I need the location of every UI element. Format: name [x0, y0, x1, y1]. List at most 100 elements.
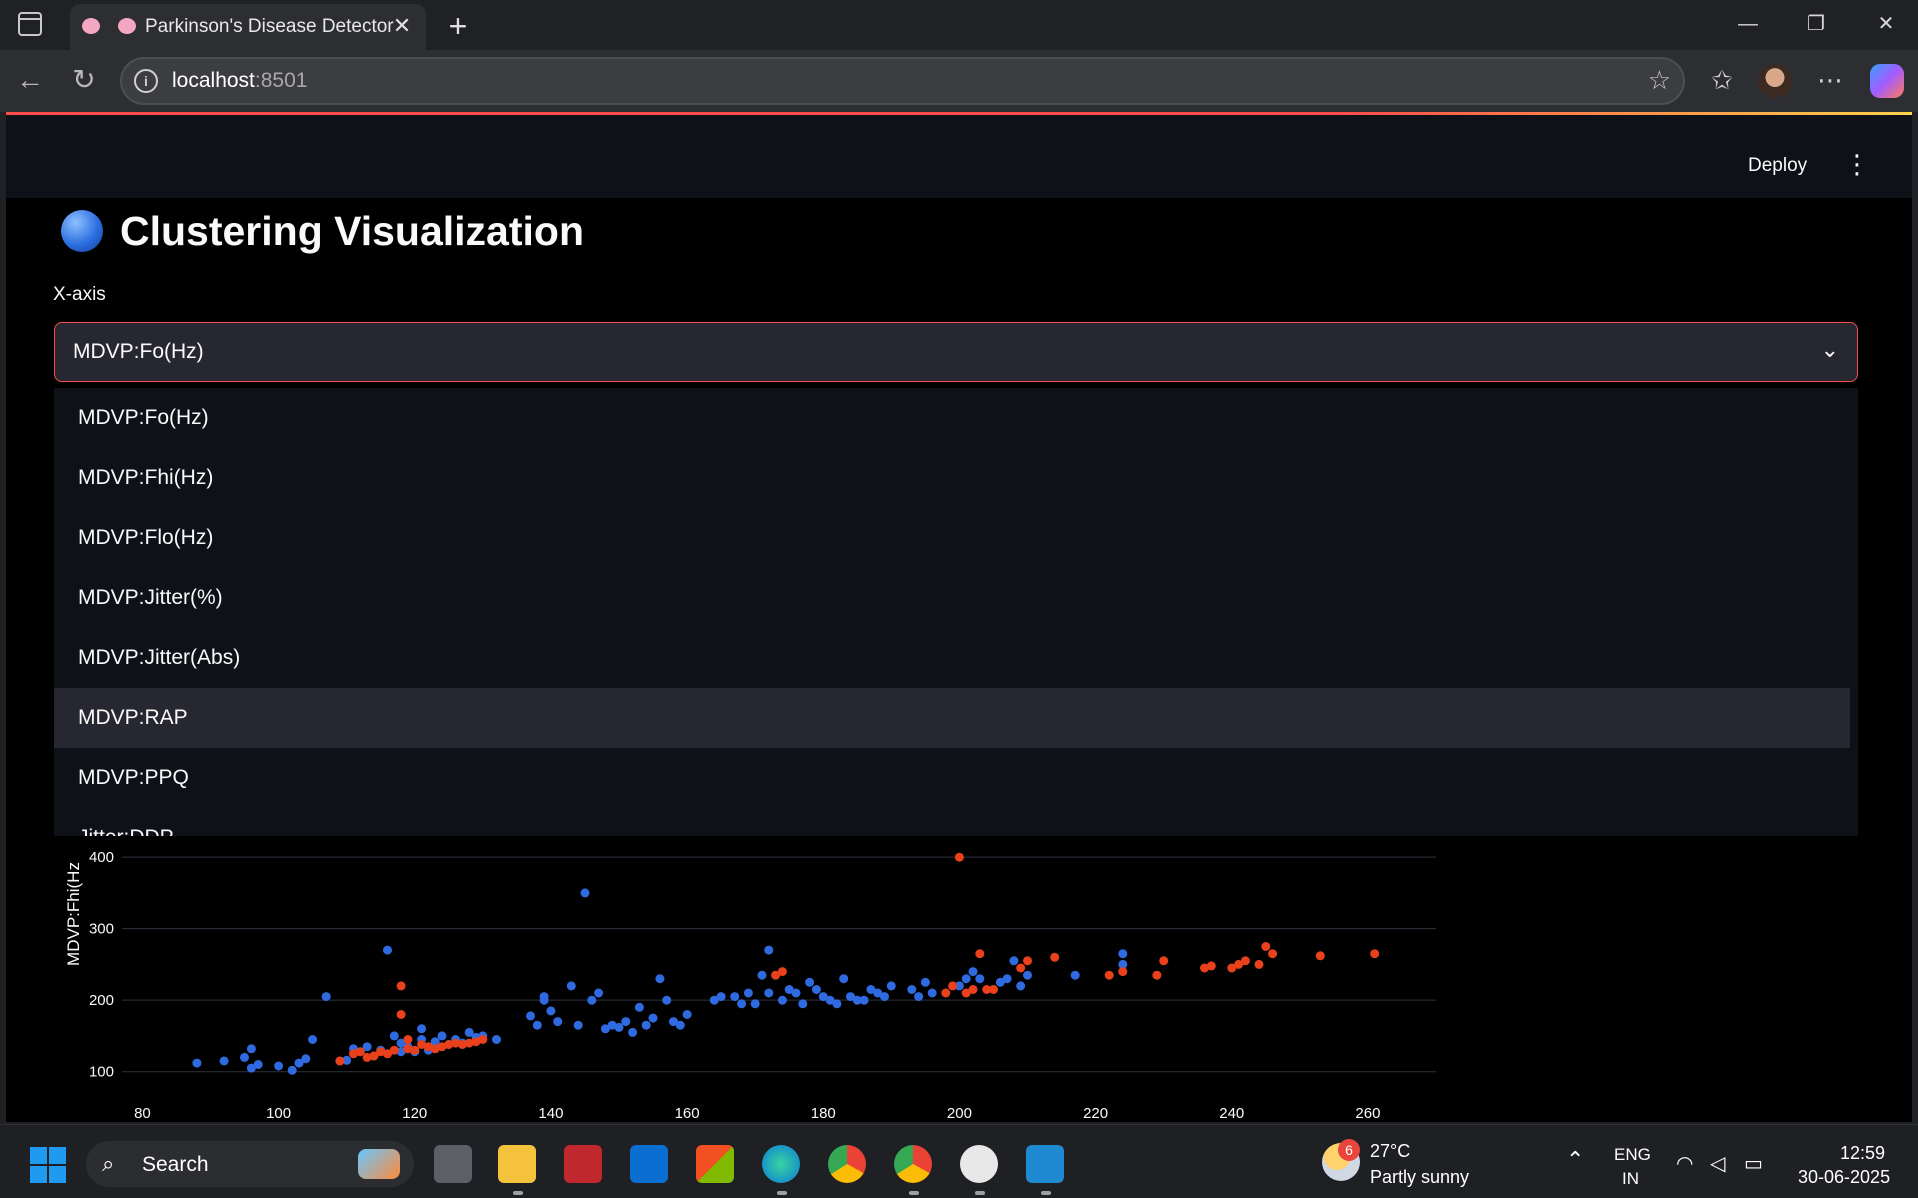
chart-point-red: [968, 985, 978, 994]
chart-xtick-label: 140: [538, 1105, 563, 1122]
chart-point-blue: [621, 1017, 631, 1027]
chart-point-blue: [750, 999, 760, 1009]
copilot-icon[interactable]: [1870, 64, 1904, 98]
chrome-profile-icon[interactable]: [894, 1145, 932, 1183]
main-menu-icon[interactable]: ⋮: [1844, 151, 1870, 177]
more-menu-icon[interactable]: ⋯: [1812, 62, 1848, 98]
chart-point-red: [1023, 956, 1032, 966]
chevron-down-icon[interactable]: ⌄: [1821, 337, 1839, 363]
chart-ytick-label: 200: [89, 992, 114, 1009]
chart-point-blue: [675, 1020, 685, 1030]
chart-point-blue: [1002, 974, 1012, 984]
deploy-button[interactable]: Deploy: [1748, 155, 1807, 177]
page-title: Clustering Visualization: [120, 208, 584, 254]
chart-point-blue: [1070, 970, 1080, 980]
wifi-icon[interactable]: ◠: [1676, 1151, 1693, 1176]
chart-point-blue: [492, 1035, 501, 1044]
address-bar[interactable]: i localhost:8501 ☆: [120, 57, 1685, 105]
dropdown-option[interactable]: MDVP:Jitter(Abs): [54, 628, 1850, 688]
search-label: Search: [142, 1153, 209, 1176]
new-tab-icon[interactable]: +: [440, 8, 476, 44]
clock-date[interactable]: 30-06-2025: [1798, 1167, 1890, 1188]
site-info-icon[interactable]: i: [134, 69, 158, 93]
browser-tab[interactable]: Parkinson's Disease Detector ✕: [70, 4, 426, 50]
battery-icon[interactable]: ▭: [1744, 1151, 1763, 1176]
dropdown-option[interactable]: Jitter:DDP: [54, 808, 1850, 836]
taskbar-search[interactable]: ⌕ Search: [86, 1141, 414, 1187]
chart-point-red: [1240, 956, 1250, 966]
chart-point-blue: [192, 1058, 202, 1068]
chart-xtick-label: 160: [675, 1105, 700, 1122]
xaxis-select[interactable]: MDVP:Fo(Hz) ⌄: [54, 322, 1858, 382]
chart-point-red: [396, 1010, 406, 1019]
chart-point-red: [1206, 961, 1216, 971]
chart-point-blue: [389, 1031, 399, 1041]
edge-icon[interactable]: [762, 1145, 800, 1183]
chart-xtick-label: 220: [1083, 1105, 1108, 1122]
chart-point-blue: [246, 1044, 256, 1054]
chart-point-blue: [737, 999, 747, 1009]
dropdown-option[interactable]: MDVP:Fo(Hz): [54, 388, 1850, 448]
chart-xtick-label: 260: [1355, 1105, 1380, 1122]
chart-point-red: [396, 981, 406, 991]
tab-actions-icon[interactable]: [18, 12, 42, 36]
dropdown-option[interactable]: MDVP:PPQ: [54, 748, 1850, 808]
xaxis-selected-value: MDVP:Fo(Hz): [73, 340, 204, 363]
url-text[interactable]: localhost:8501: [172, 69, 307, 93]
dropdown-option[interactable]: MDVP:Fhi(Hz): [54, 448, 1850, 508]
dropdown-option[interactable]: MDVP:Jitter(%): [54, 568, 1850, 628]
chart-point-blue: [580, 888, 590, 898]
main-content: Clustering Visualization X-axis MDVP:Fo(…: [6, 198, 1912, 1122]
chevron-up-icon[interactable]: ⌃: [1566, 1147, 1584, 1173]
mcafee-icon[interactable]: [564, 1145, 602, 1183]
chart-point-blue: [920, 977, 930, 987]
minimize-icon[interactable]: —: [1718, 6, 1778, 42]
weather-temperature[interactable]: 27°C: [1370, 1141, 1410, 1162]
dropdown-option-highlighted[interactable]: MDVP:RAP: [54, 688, 1850, 748]
chart-point-red: [1050, 952, 1060, 962]
chart-point-blue: [907, 985, 917, 994]
language-region[interactable]: IN: [1622, 1169, 1639, 1189]
windows-start-icon[interactable]: [30, 1147, 66, 1183]
language-indicator[interactable]: ENG: [1614, 1145, 1651, 1165]
restore-icon[interactable]: ❐: [1786, 6, 1846, 42]
chart-xtick-label: 200: [947, 1105, 972, 1122]
chart-point-blue: [811, 985, 821, 994]
chart-xtick-label: 120: [402, 1105, 427, 1122]
task-view-icon[interactable]: [434, 1145, 472, 1183]
dropdown-option[interactable]: MDVP:Flo(Hz): [54, 508, 1850, 568]
chart-point-red: [1254, 959, 1264, 969]
chatgpt-icon[interactable]: [960, 1145, 998, 1183]
bookmark-star-icon[interactable]: ☆: [1648, 65, 1671, 96]
window-close-icon[interactable]: ✕: [1856, 6, 1916, 42]
xaxis-dropdown-menu: MDVP:Fo(Hz) MDVP:Fhi(Hz) MDVP:Flo(Hz) MD…: [54, 388, 1858, 836]
microsoft-store-icon[interactable]: [696, 1145, 734, 1183]
chart-point-blue: [968, 967, 978, 977]
chart-point-blue: [526, 1011, 535, 1021]
vscode-icon[interactable]: [1026, 1145, 1064, 1183]
profile-avatar[interactable]: [1758, 64, 1792, 98]
chart-point-blue: [805, 977, 815, 987]
chart-point-blue: [383, 945, 392, 955]
volume-icon[interactable]: ◁: [1710, 1151, 1725, 1176]
dell-icon[interactable]: [630, 1145, 668, 1183]
chart-point-blue: [791, 988, 801, 998]
chart-point-blue: [274, 1061, 284, 1071]
chart-point-blue: [880, 992, 889, 1002]
chart-ytick-label: 300: [89, 921, 114, 938]
close-tab-icon[interactable]: ✕: [388, 12, 416, 40]
clock-time[interactable]: 12:59: [1840, 1143, 1885, 1164]
favorites-icon[interactable]: ✩: [1704, 62, 1740, 98]
chart-point-blue: [1118, 949, 1128, 959]
reload-icon[interactable]: ↻: [66, 62, 102, 98]
chrome-icon[interactable]: [828, 1145, 866, 1183]
chart-point-blue: [321, 992, 331, 1002]
browser-tabbar: Parkinson's Disease Detector ✕ + — ❐ ✕: [0, 0, 1918, 50]
weather-description[interactable]: Partly sunny: [1370, 1167, 1469, 1188]
chart-point-blue: [634, 1002, 644, 1012]
chart-point-blue: [1016, 981, 1026, 991]
file-explorer-icon[interactable]: [498, 1145, 536, 1183]
chart-point-blue: [417, 1024, 427, 1034]
chart-point-red: [478, 1035, 488, 1044]
back-icon[interactable]: ←: [12, 62, 48, 98]
